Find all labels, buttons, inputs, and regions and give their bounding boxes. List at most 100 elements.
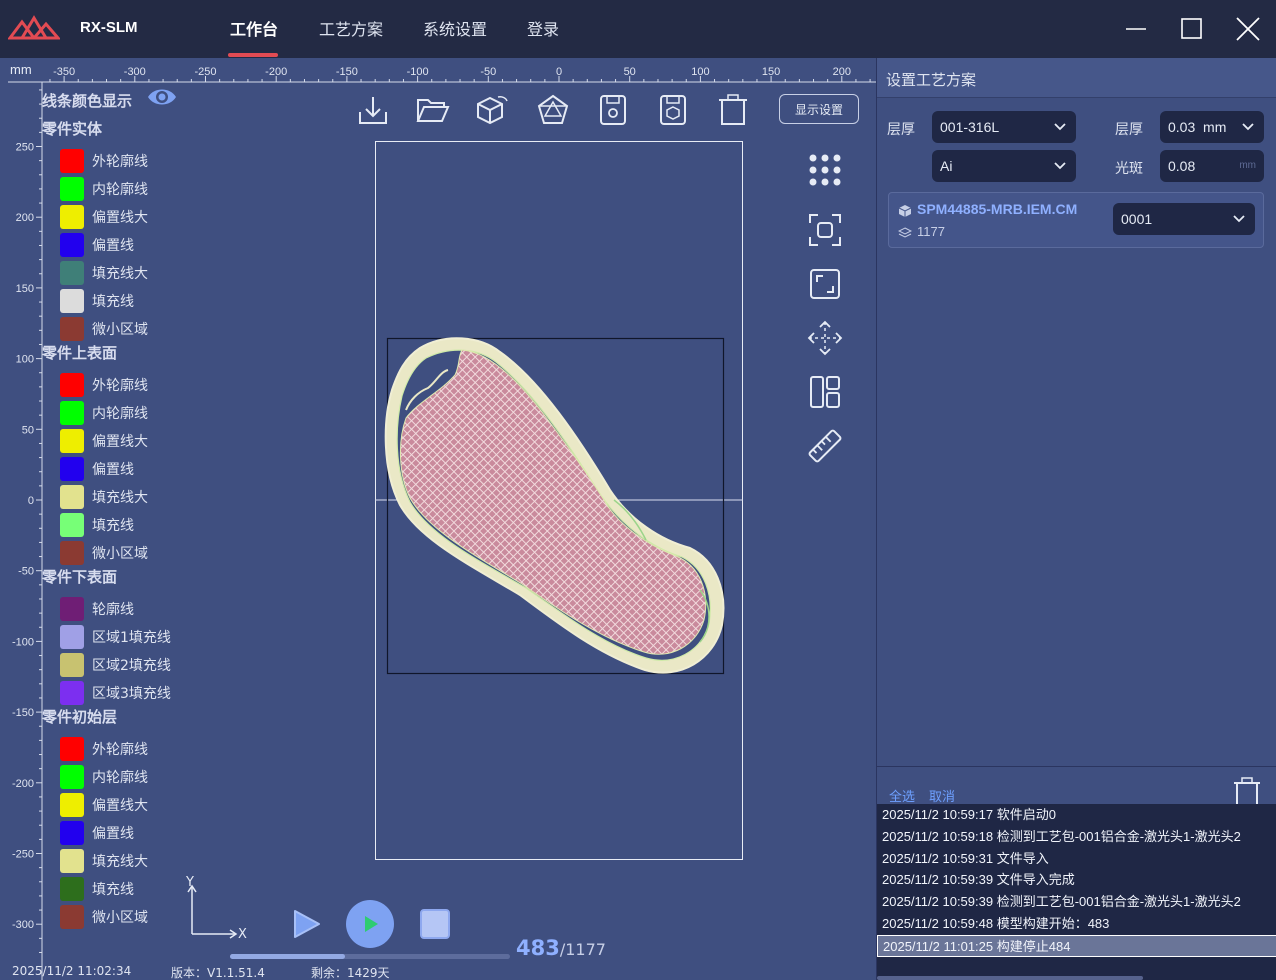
- chevron-down-icon: [1054, 123, 1066, 131]
- legend-item[interactable]: 偏置线: [60, 819, 134, 847]
- color-swatch[interactable]: [60, 485, 84, 509]
- legend-item[interactable]: 偏置线大: [60, 203, 148, 231]
- open-folder-icon[interactable]: [415, 92, 451, 128]
- legend-item-label: 内轮廓线: [92, 770, 148, 786]
- legend-item[interactable]: 偏置线: [60, 455, 134, 483]
- legend-item-label: 微小区域: [92, 322, 148, 338]
- color-swatch[interactable]: [60, 289, 84, 313]
- layout-icon[interactable]: [806, 373, 844, 411]
- log-horizontal-scrollbar[interactable]: [877, 976, 1143, 980]
- color-swatch[interactable]: [60, 177, 84, 201]
- color-swatch[interactable]: [60, 261, 84, 285]
- ruler-icon[interactable]: [806, 427, 844, 465]
- legend-item[interactable]: 微小区域: [60, 903, 148, 931]
- run-build-button[interactable]: [346, 900, 394, 948]
- legend-item[interactable]: 填充线: [60, 875, 134, 903]
- save-model-icon[interactable]: [655, 92, 691, 128]
- color-swatch[interactable]: [60, 233, 84, 257]
- log-toolbar: 全选 取消: [877, 766, 1276, 807]
- legend-item[interactable]: 偏置线: [60, 231, 134, 259]
- color-swatch[interactable]: [60, 597, 84, 621]
- legend-item[interactable]: 偏置线大: [60, 791, 148, 819]
- legend-item[interactable]: 外轮廓线: [60, 371, 148, 399]
- legend-item[interactable]: 填充线大: [60, 259, 148, 287]
- color-swatch[interactable]: [60, 821, 84, 845]
- play-button[interactable]: [288, 906, 324, 942]
- eye-icon[interactable]: [146, 84, 178, 110]
- color-swatch[interactable]: [60, 373, 84, 397]
- color-swatch[interactable]: [60, 149, 84, 173]
- legend-item[interactable]: 区域1填充线: [60, 623, 171, 651]
- color-swatch[interactable]: [60, 653, 84, 677]
- select-all-link[interactable]: 全选: [889, 786, 915, 805]
- color-swatch[interactable]: [60, 429, 84, 453]
- nav-process-plan[interactable]: 工艺方案: [319, 16, 383, 40]
- color-swatch[interactable]: [60, 205, 84, 229]
- color-swatch[interactable]: [60, 625, 84, 649]
- grid-icon[interactable]: [806, 151, 844, 189]
- color-swatch[interactable]: [60, 905, 84, 929]
- minimize-icon[interactable]: [1122, 14, 1152, 44]
- pentagon-icon[interactable]: [535, 92, 571, 128]
- cancel-link[interactable]: 取消: [929, 786, 955, 805]
- legend-item-label: 微小区域: [92, 910, 148, 926]
- legend-item[interactable]: 区域3填充线: [60, 679, 171, 707]
- legend-item[interactable]: 内轮廓线: [60, 399, 148, 427]
- log-list[interactable]: 2025/11/2 10:59:17 软件启动0 2025/11/2 10:59:…: [877, 804, 1276, 980]
- log-line[interactable]: 2025/11/2 10:59:31 文件导入: [877, 848, 1276, 870]
- legend-item[interactable]: 填充线大: [60, 483, 148, 511]
- color-swatch[interactable]: [60, 541, 84, 565]
- color-swatch[interactable]: [60, 457, 84, 481]
- import-icon[interactable]: [355, 92, 391, 128]
- thickness-select[interactable]: 0.03 mm: [1160, 111, 1264, 143]
- focus-icon[interactable]: [806, 211, 844, 249]
- legend-item[interactable]: 填充线: [60, 511, 134, 539]
- mode-select[interactable]: Ai: [932, 150, 1076, 182]
- layer-progress-bar[interactable]: [230, 954, 510, 959]
- part-card[interactable]: SPM44885-MRB.IEM.CM 1177 0001: [888, 192, 1264, 248]
- material-select[interactable]: 001-316L: [932, 111, 1076, 143]
- legend-item[interactable]: 微小区域: [60, 539, 148, 567]
- log-line[interactable]: 2025/11/2 10:59:18 检测到工艺包-001铝合金-激光头1-激光…: [877, 826, 1276, 848]
- spot-input[interactable]: 0.08 mm: [1160, 150, 1264, 182]
- save-icon[interactable]: [595, 92, 631, 128]
- legend-item[interactable]: 偏置线大: [60, 427, 148, 455]
- legend-item[interactable]: 轮廓线: [60, 595, 134, 623]
- color-swatch[interactable]: [60, 765, 84, 789]
- log-line[interactable]: 2025/11/2 11:01:25 构建停止484: [877, 934, 1276, 957]
- ruler-y-label: 100: [16, 354, 34, 366]
- log-line[interactable]: 2025/11/2 10:59:17 软件启动0: [877, 804, 1276, 826]
- color-swatch[interactable]: [60, 317, 84, 341]
- display-settings-button[interactable]: 显示设置: [779, 94, 859, 124]
- legend-item[interactable]: 填充线: [60, 287, 134, 315]
- legend-item[interactable]: 填充线大: [60, 847, 148, 875]
- legend-item[interactable]: 区域2填充线: [60, 651, 171, 679]
- color-swatch[interactable]: [60, 849, 84, 873]
- legend-item[interactable]: 微小区域: [60, 315, 148, 343]
- ruler-y-label: 200: [16, 212, 34, 224]
- move-icon[interactable]: [806, 319, 844, 357]
- color-swatch[interactable]: [60, 681, 84, 705]
- color-swatch[interactable]: [60, 401, 84, 425]
- nav-login[interactable]: 登录: [527, 16, 559, 40]
- stop-button[interactable]: [420, 909, 450, 939]
- color-swatch[interactable]: [60, 877, 84, 901]
- color-swatch[interactable]: [60, 513, 84, 537]
- legend-item[interactable]: 外轮廓线: [60, 735, 148, 763]
- legend-item[interactable]: 内轮廓线: [60, 763, 148, 791]
- fit-screen-icon[interactable]: [806, 265, 844, 303]
- maximize-icon[interactable]: [1177, 14, 1207, 44]
- color-swatch[interactable]: [60, 737, 84, 761]
- close-icon[interactable]: [1233, 14, 1263, 44]
- log-line[interactable]: 2025/11/2 10:59:48 模型构建开始：483: [877, 913, 1276, 935]
- color-swatch[interactable]: [60, 793, 84, 817]
- nav-workbench[interactable]: 工作台: [230, 16, 278, 40]
- part-selection-select[interactable]: 0001: [1113, 203, 1255, 235]
- trash-icon[interactable]: [715, 92, 751, 128]
- nav-system-settings[interactable]: 系统设置: [423, 16, 487, 40]
- log-line[interactable]: 2025/11/2 10:59:39 检测到工艺包-001铝合金-激光头1-激光…: [877, 891, 1276, 913]
- legend-item[interactable]: 外轮廓线: [60, 147, 148, 175]
- 3d-box-icon[interactable]: [474, 92, 510, 128]
- legend-item[interactable]: 内轮廓线: [60, 175, 148, 203]
- log-line[interactable]: 2025/11/2 10:59:39 文件导入完成: [877, 869, 1276, 891]
